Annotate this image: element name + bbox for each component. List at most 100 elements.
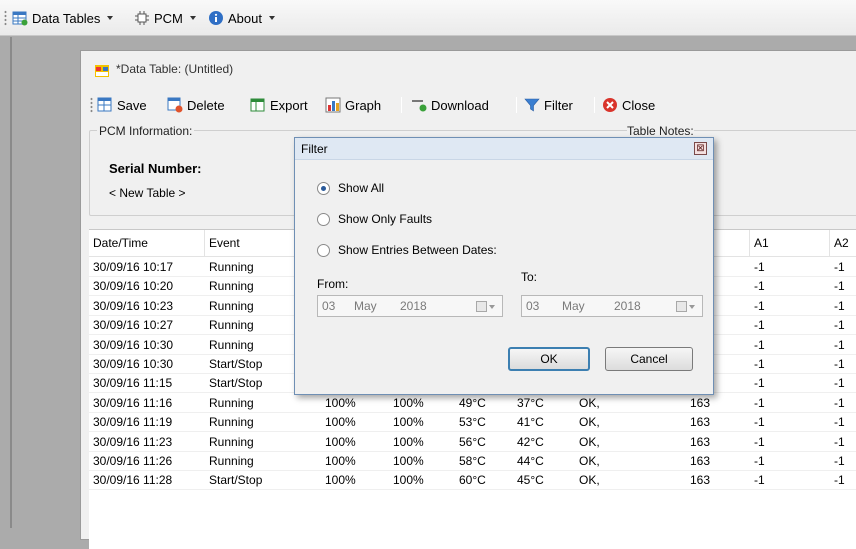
table-row[interactable]: 30/09/16 11:28 Start/Stop 100% 100% 60°C 45°C… bbox=[89, 471, 856, 491]
menu-pcm[interactable]: PCM bbox=[134, 0, 196, 36]
window-title: *Data Table: (Untitled) bbox=[116, 62, 234, 76]
table-cell: 100% bbox=[393, 395, 424, 410]
table-cell: 163 bbox=[690, 434, 711, 449]
table-cell: OK, bbox=[579, 434, 600, 449]
table-cell: -1 bbox=[754, 376, 765, 391]
close-button[interactable]: Close bbox=[602, 95, 655, 115]
table-cell: 60°C bbox=[459, 473, 486, 488]
window-toolbar: Save Delete Export Graph Download Filter… bbox=[81, 91, 856, 119]
table-cell: -1 bbox=[834, 415, 845, 430]
chevron-down-icon bbox=[107, 16, 114, 20]
export-label: Export bbox=[270, 97, 308, 113]
table-cell: 30/09/16 10:20 bbox=[93, 279, 174, 294]
toolbar-grip[interactable] bbox=[90, 97, 93, 113]
table-cell: Running bbox=[209, 337, 254, 352]
table-cell: -1 bbox=[834, 454, 845, 468]
menu-about[interactable]: About bbox=[208, 0, 275, 36]
table-row[interactable]: 30/09/16 11:26 Running 100% 100% 58°C 44°C OK,… bbox=[89, 452, 856, 471]
chip-icon bbox=[135, 11, 149, 25]
toolbar-separator bbox=[401, 97, 402, 113]
toolbar-separator bbox=[516, 97, 517, 113]
column-header[interactable]: A2 bbox=[830, 230, 856, 257]
pcm-information-label: PCM Information: bbox=[97, 124, 195, 138]
column-header[interactable]: Date/Time bbox=[89, 230, 205, 257]
table-cell: 41°C bbox=[517, 415, 544, 430]
table-cell: Running bbox=[209, 395, 254, 410]
export-button[interactable]: Export bbox=[250, 95, 308, 115]
table-cell: Running bbox=[209, 298, 254, 313]
table-cell: 30/09/16 11:16 bbox=[93, 395, 173, 410]
from-year: 2018 bbox=[400, 299, 427, 313]
table-cell: -1 bbox=[834, 357, 845, 371]
dialog-close-icon[interactable]: ⊠ bbox=[694, 142, 707, 155]
table-cell: -1 bbox=[754, 434, 765, 449]
table-cell: 100% bbox=[393, 415, 424, 430]
column-header[interactable]: A1 bbox=[750, 230, 830, 257]
table-cell: -1 bbox=[834, 260, 845, 274]
from-date-picker[interactable]: 03 May 2018 bbox=[317, 295, 503, 317]
menubar-grip[interactable] bbox=[4, 10, 7, 26]
delete-button[interactable]: Delete bbox=[167, 95, 225, 115]
table-cell: -1 bbox=[834, 337, 845, 352]
radio-show-all[interactable]: Show All bbox=[317, 179, 384, 197]
table-icon bbox=[12, 11, 28, 26]
calendar-dropdown-icon[interactable] bbox=[676, 300, 698, 313]
table-cell: 30/09/16 11:23 bbox=[93, 434, 173, 449]
calendar-dropdown-icon[interactable] bbox=[476, 300, 498, 313]
radio-show-only-faults[interactable]: Show Only Faults bbox=[317, 210, 432, 228]
table-cell: -1 bbox=[754, 279, 765, 294]
menu-data-tables[interactable]: Data Tables bbox=[12, 0, 114, 36]
table-row[interactable]: 30/09/16 11:19 Running 100% 100% 53°C 41°C OK,… bbox=[89, 413, 856, 433]
save-icon bbox=[97, 97, 112, 112]
table-cell: -1 bbox=[834, 395, 845, 410]
radio-show-all-label: Show All bbox=[338, 181, 385, 195]
to-date-picker[interactable]: 03 May 2018 bbox=[521, 295, 703, 317]
table-cell: -1 bbox=[754, 298, 765, 313]
filter-dialog: Filter ⊠ Show All Show Only Faults Show … bbox=[294, 137, 714, 395]
table-cell: 163 bbox=[690, 415, 711, 430]
export-icon bbox=[250, 98, 265, 112]
close-label: Close bbox=[622, 97, 656, 113]
table-cell: Running bbox=[209, 415, 254, 430]
download-button[interactable]: Download bbox=[411, 95, 489, 115]
table-row[interactable]: 30/09/16 11:16 Running 100% 100% 49°C 37°C OK,… bbox=[89, 394, 856, 413]
serial-number-value: < New Table > bbox=[109, 186, 186, 200]
dialog-title-bar[interactable]: Filter ⊠ bbox=[295, 138, 713, 160]
cancel-button[interactable]: Cancel bbox=[605, 347, 693, 371]
to-label: To: bbox=[521, 270, 538, 284]
radio-show-between-dates[interactable]: Show Entries Between Dates: bbox=[317, 241, 497, 259]
from-label: From: bbox=[317, 277, 349, 291]
table-cell: -1 bbox=[754, 318, 765, 333]
filter-button[interactable]: Filter bbox=[524, 95, 573, 115]
radio-button[interactable] bbox=[317, 243, 330, 257]
table-cell: 100% bbox=[393, 434, 424, 449]
graph-icon bbox=[325, 97, 341, 113]
table-cell: 30/09/16 11:26 bbox=[93, 454, 173, 468]
graph-button[interactable]: Graph bbox=[325, 95, 381, 115]
table-cell: 30/09/16 11:15 bbox=[93, 376, 173, 391]
table-cell: OK, bbox=[579, 454, 600, 468]
table-cell: 30/09/16 10:30 bbox=[93, 357, 174, 371]
radio-button-selected[interactable] bbox=[317, 181, 330, 195]
download-icon bbox=[412, 100, 427, 112]
from-month: May bbox=[354, 299, 377, 313]
table-cell: 30/09/16 10:23 bbox=[93, 298, 174, 313]
save-button[interactable]: Save bbox=[97, 95, 147, 115]
table-cell: Start/Stop bbox=[209, 357, 263, 371]
filter-funnel-icon bbox=[524, 98, 540, 112]
ok-button[interactable]: OK bbox=[508, 347, 590, 371]
table-row[interactable]: 30/09/16 11:23 Running 100% 100% 56°C 42°C OK,… bbox=[89, 433, 856, 452]
table-cell: 30/09/16 10:30 bbox=[93, 337, 174, 352]
table-cell: -1 bbox=[834, 473, 845, 488]
close-icon bbox=[603, 98, 617, 112]
table-cell: -1 bbox=[754, 357, 765, 371]
table-cell: 163 bbox=[690, 395, 711, 410]
table-cell: 100% bbox=[325, 395, 356, 410]
table-cell: OK, bbox=[579, 473, 600, 488]
main-menubar: Data Tables PCM About bbox=[0, 0, 856, 36]
form-icon bbox=[95, 65, 109, 77]
table-cell: 44°C bbox=[517, 454, 544, 468]
table-cell: -1 bbox=[754, 473, 765, 488]
window-title-bar[interactable]: *Data Table: (Untitled) bbox=[81, 51, 856, 91]
radio-button[interactable] bbox=[317, 212, 330, 226]
